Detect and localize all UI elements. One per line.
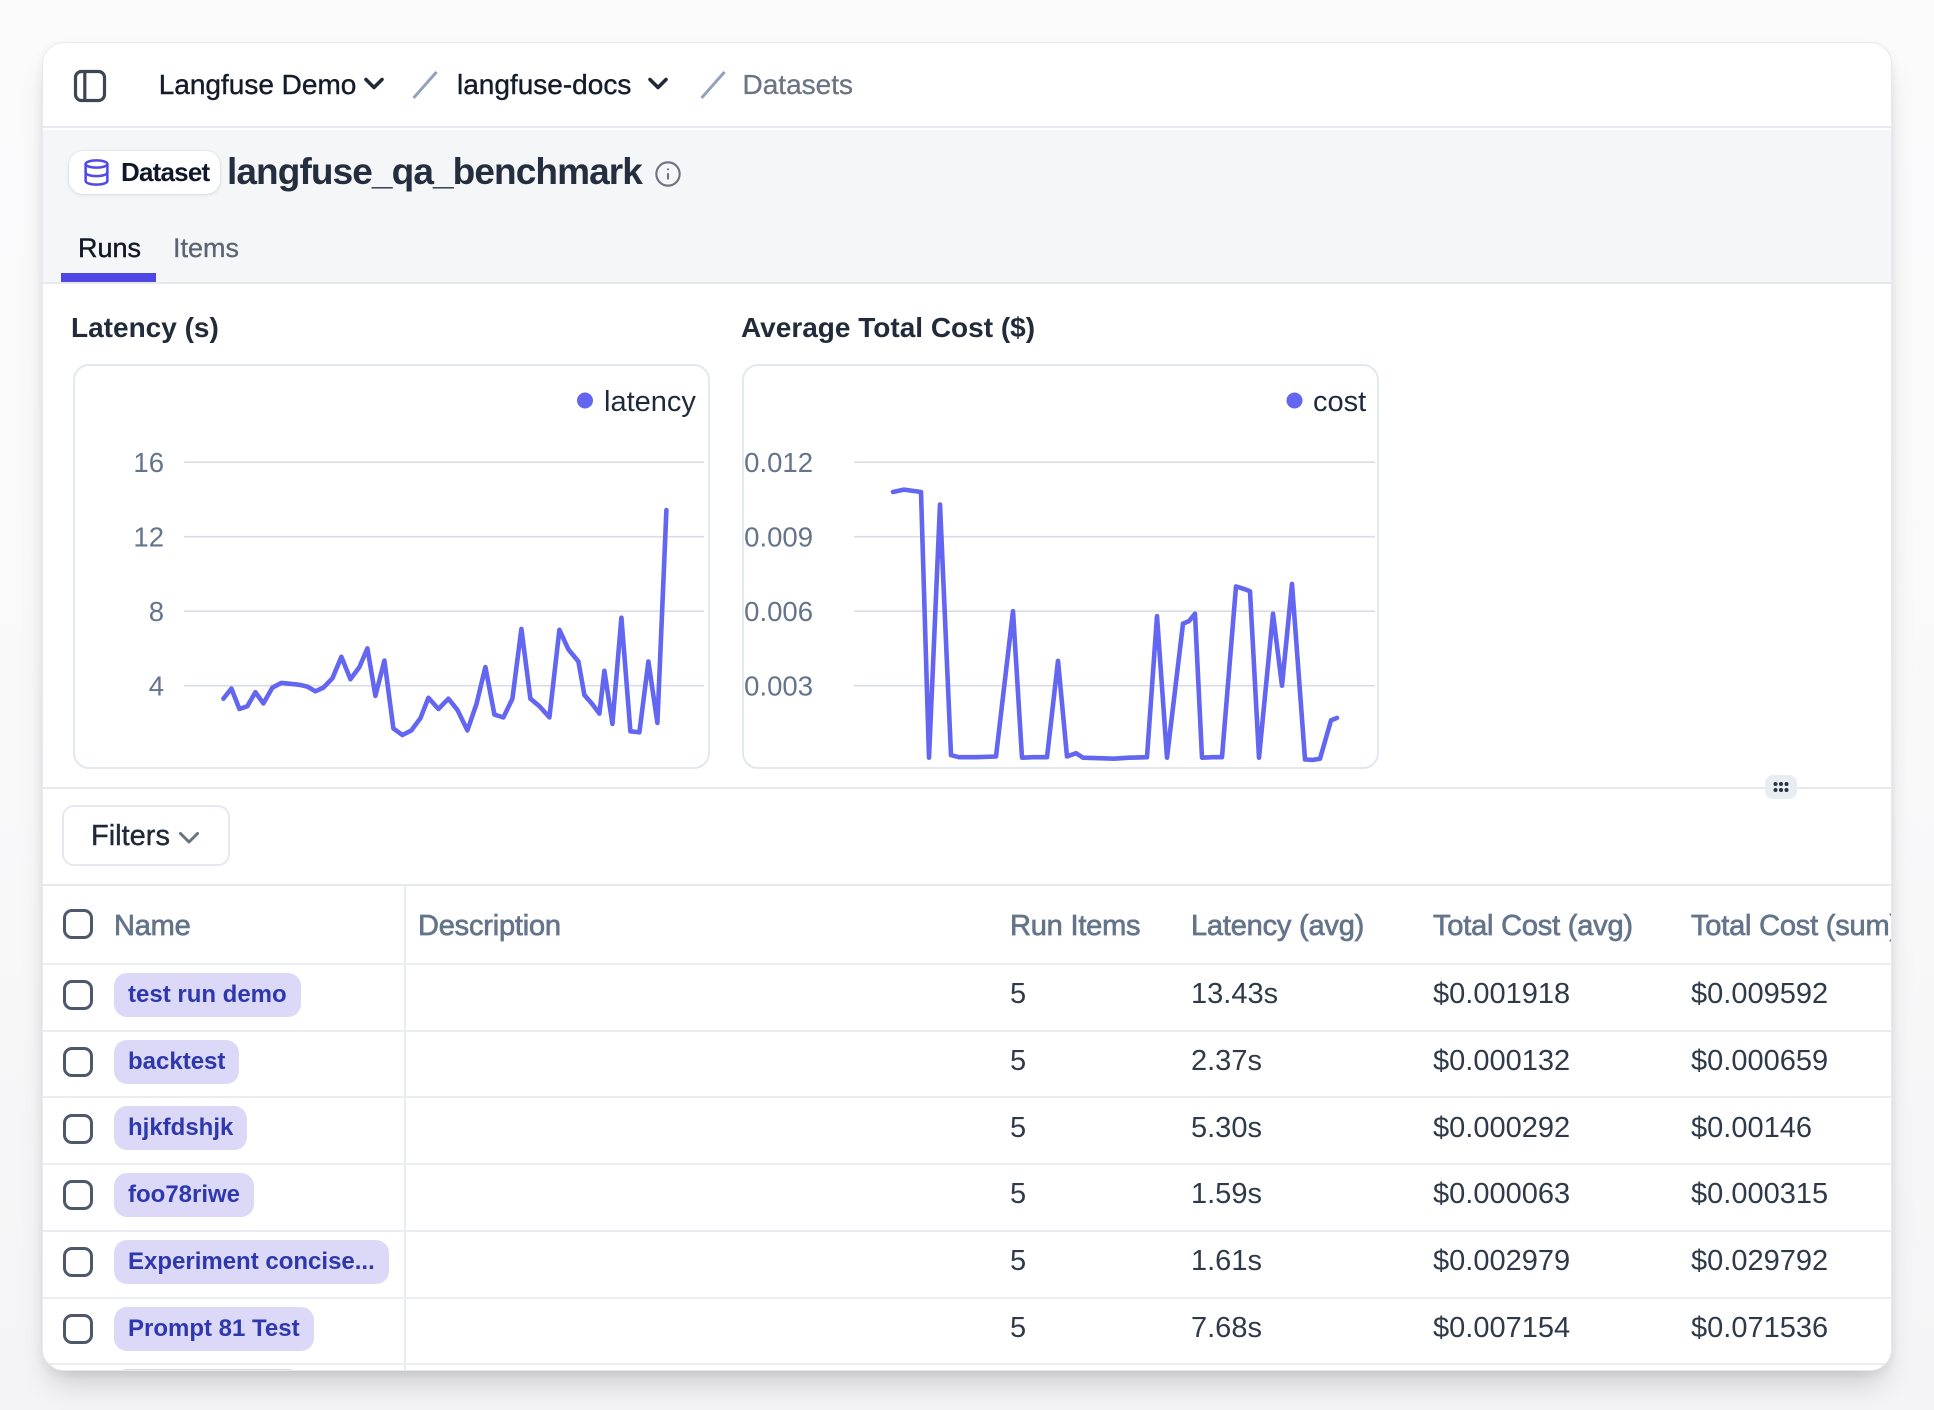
svg-text:16: 16 (133, 447, 164, 478)
svg-text:cost: cost (1313, 386, 1366, 418)
svg-text:0.012: 0.012 (744, 447, 813, 478)
svg-text:0.006: 0.006 (744, 596, 813, 627)
svg-text:latency: latency (604, 386, 696, 418)
svg-text:8: 8 (149, 596, 164, 627)
svg-text:0.009: 0.009 (744, 522, 813, 553)
svg-text:0.003: 0.003 (744, 671, 813, 702)
svg-text:4: 4 (149, 671, 164, 702)
svg-text:12: 12 (133, 522, 164, 553)
